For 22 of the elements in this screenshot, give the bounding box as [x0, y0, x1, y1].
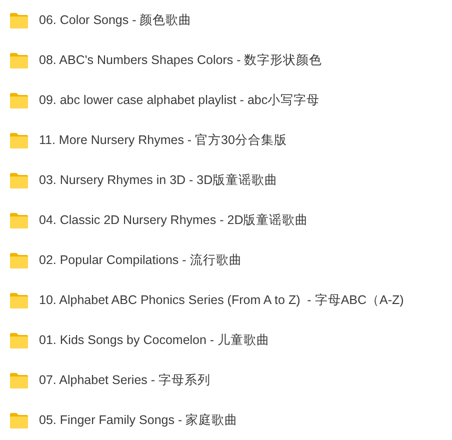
folder-icon[interactable] [9, 212, 29, 228]
folder-name[interactable]: 03. Nursery Rhymes in 3D - 3D版童谣歌曲 [39, 172, 278, 188]
folder-icon[interactable] [9, 372, 29, 388]
folder-icon[interactable] [9, 172, 29, 188]
folder-name[interactable]: 08. ABC's Numbers Shapes Colors - 数字形状颜色 [39, 52, 322, 68]
folder-name[interactable]: 04. Classic 2D Nursery Rhymes - 2D版童谣歌曲 [39, 212, 308, 228]
folder-name[interactable]: 06. Color Songs - 颜色歌曲 [39, 12, 192, 28]
folder-icon[interactable] [9, 412, 29, 428]
folder-icon[interactable] [9, 12, 29, 28]
folder-name[interactable]: 01. Kids Songs by Cocomelon - 儿童歌曲 [39, 332, 270, 348]
folder-name[interactable]: 07. Alphabet Series - 字母系列 [39, 372, 211, 388]
folder-icon[interactable] [9, 52, 29, 68]
folder-name[interactable]: 11. More Nursery Rhymes - 官方30分合集版 [39, 132, 287, 148]
folder-icon[interactable] [9, 132, 29, 148]
folder-name[interactable]: 09. abc lower case alphabet playlist - abc小写字母 [39, 92, 320, 108]
folder-icon[interactable] [9, 92, 29, 108]
folder-icon[interactable] [9, 292, 29, 308]
folder-icon[interactable] [9, 332, 29, 348]
folder-name[interactable]: 10. Alphabet ABC Phonics Series (From A to Z) - 字母ABC（A-Z) [39, 292, 404, 308]
folder-name[interactable]: 02. Popular Compilations - 流行歌曲 [39, 252, 242, 268]
folder-icon[interactable] [9, 252, 29, 268]
folder-name[interactable]: 05. Finger Family Songs - 家庭歌曲 [39, 412, 238, 428]
